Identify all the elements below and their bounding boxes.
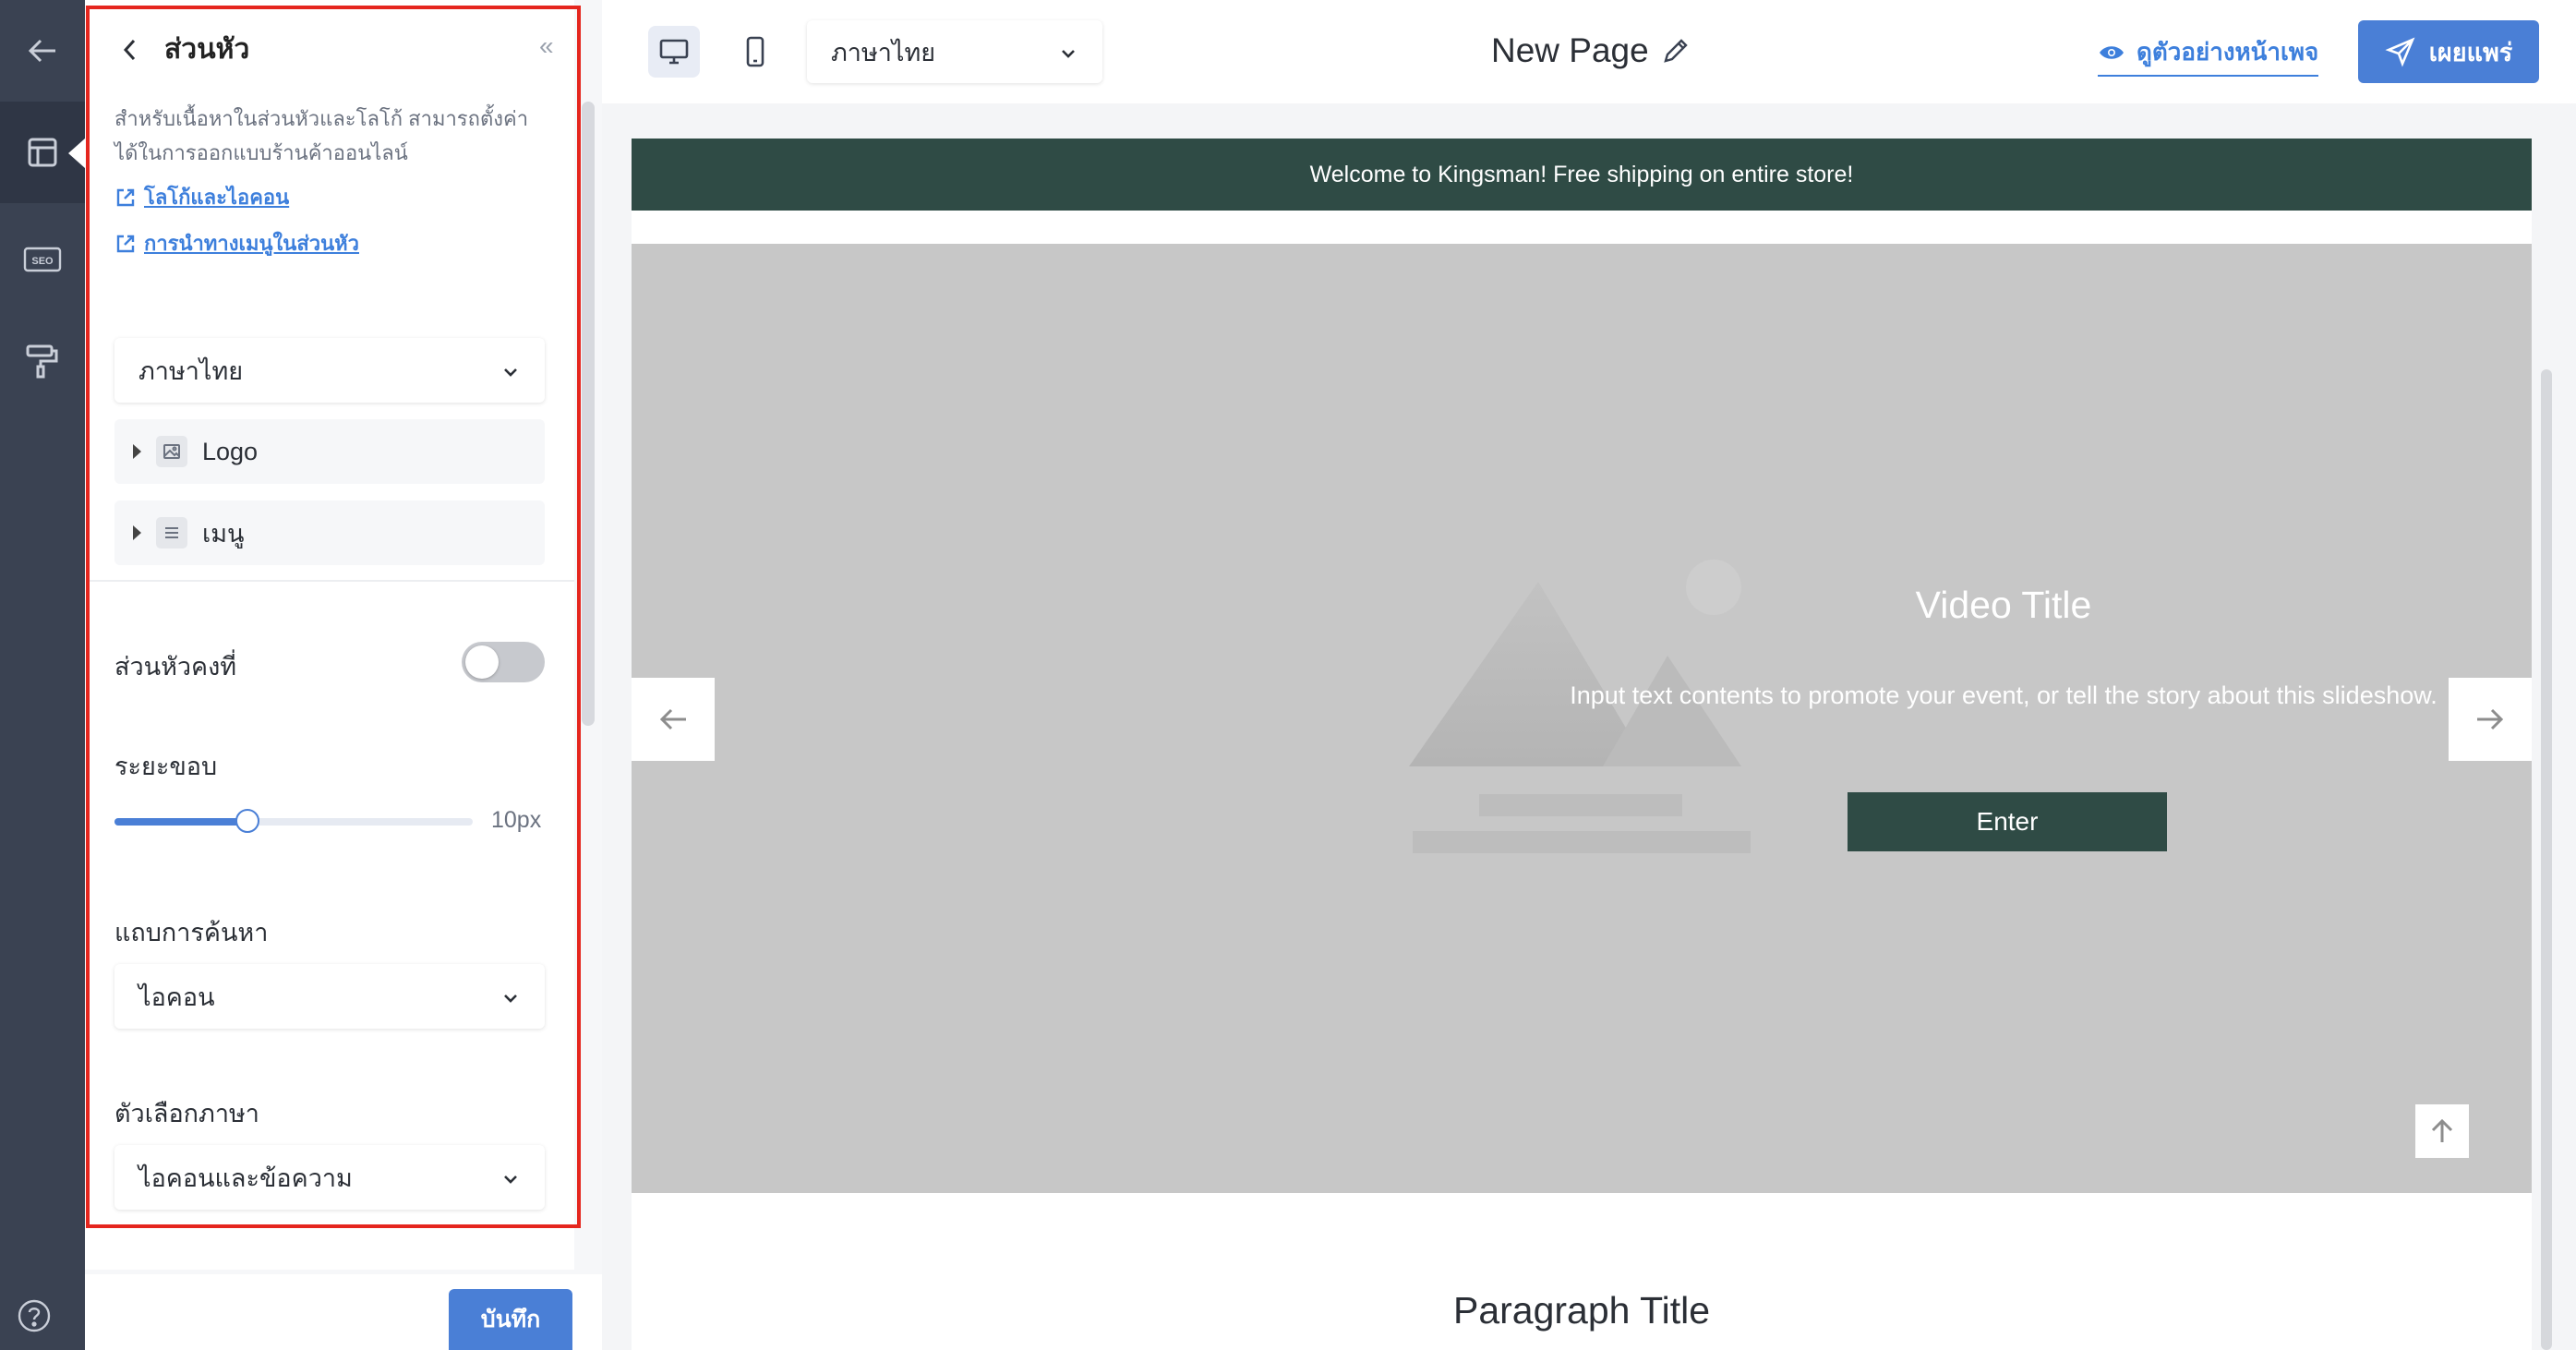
eye-icon xyxy=(2100,45,2124,59)
toggle-knob xyxy=(465,645,499,679)
mobile-icon xyxy=(746,36,764,67)
announcement-bar[interactable]: Welcome to Kingsman! Free shipping on en… xyxy=(632,139,2532,211)
slide-prev-button[interactable] xyxy=(632,678,715,761)
back-button[interactable] xyxy=(0,0,85,102)
pencil-icon xyxy=(1664,39,1688,63)
desktop-view-button[interactable] xyxy=(648,26,700,78)
slide-next-button[interactable] xyxy=(2449,678,2532,761)
arrow-left-icon xyxy=(659,708,686,730)
language-selector-value: ไอคอนและข้อความ xyxy=(138,1163,353,1192)
seo-badge-text: SEO xyxy=(31,256,54,267)
logo-icon-link[interactable]: โลโก้และไอคอน xyxy=(114,181,289,213)
external-link-icon xyxy=(116,188,135,206)
panel-title: ส่วนหัว xyxy=(164,34,250,65)
tree-item-logo-label: Logo xyxy=(202,437,259,465)
mobile-view-button[interactable] xyxy=(729,26,781,78)
expand-triangle-icon[interactable] xyxy=(133,444,141,459)
padding-slider-thumb[interactable] xyxy=(235,809,259,833)
chevron-left-icon xyxy=(123,39,136,61)
panel-scrollbar[interactable] xyxy=(582,102,595,726)
padding-value: 10px xyxy=(491,807,542,833)
scroll-to-top-button[interactable] xyxy=(2415,1104,2469,1158)
paragraph-title: Paragraph Title xyxy=(1452,1289,1711,1332)
send-icon xyxy=(2385,37,2415,67)
active-nav-pointer xyxy=(68,139,85,168)
padding-label: ระยะขอบ xyxy=(114,753,218,780)
seo-icon: SEO xyxy=(23,247,62,272)
header-menu-link[interactable]: การนำทางเมนูในส่วนหัว xyxy=(114,227,359,259)
panel-language-value: ภาษาไทย xyxy=(138,356,244,385)
chevron-down-icon xyxy=(500,1167,521,1187)
layout-icon xyxy=(28,138,57,167)
left-nav-rail: SEO xyxy=(0,0,85,1350)
image-icon xyxy=(156,436,187,467)
search-bar-select[interactable]: ไอคอน xyxy=(114,964,545,1029)
canvas-scrollbar[interactable] xyxy=(2541,369,2552,1350)
chevron-down-icon xyxy=(500,360,521,380)
hero-title: Video Title xyxy=(1915,584,2092,626)
language-selector-select[interactable]: ไอคอนและข้อความ xyxy=(114,1145,545,1210)
desktop-icon xyxy=(659,39,689,65)
menu-icon xyxy=(156,517,187,548)
tree-item-menu-label: เมนู xyxy=(202,519,245,548)
chevron-down-icon xyxy=(500,986,521,1006)
back-arrow-icon xyxy=(28,39,55,63)
sticky-header-label: ส่วนหัวคงที่ xyxy=(114,653,237,681)
design-nav-button[interactable] xyxy=(0,310,85,412)
hero-enter-button[interactable]: Enter xyxy=(1848,792,2167,851)
chevron-down-icon xyxy=(1058,42,1078,62)
publish-button[interactable]: เผยแพร่ xyxy=(2358,20,2539,83)
hero-description: Input text contents to promote your even… xyxy=(1570,681,2438,709)
page-title: New Page xyxy=(1491,31,1649,69)
panel-description: สำหรับเนื้อหาในส่วนหัวและโลโก้ สามารถตั้… xyxy=(114,107,529,164)
logo-icon-link-label: โลโก้และไอคอน xyxy=(144,186,290,209)
language-selector-label: ตัวเลือกภาษา xyxy=(114,1100,259,1127)
panel-divider xyxy=(89,580,574,582)
collapse-panel-icon[interactable]: « xyxy=(539,31,554,61)
external-link-icon xyxy=(116,235,135,252)
paint-roller-icon xyxy=(26,344,58,379)
padding-slider-fill xyxy=(114,818,247,826)
save-button[interactable]: บันทึก xyxy=(449,1289,572,1350)
hero-slideshow[interactable] xyxy=(632,244,2532,1193)
edit-title-button[interactable] xyxy=(1658,35,1691,68)
header-menu-link-label: การนำทางเมนูในส่วนหัว xyxy=(144,232,359,255)
help-button[interactable] xyxy=(17,1298,52,1333)
arrow-right-icon xyxy=(2477,708,2504,730)
tree-item-logo[interactable]: Logo xyxy=(114,419,545,484)
expand-triangle-icon[interactable] xyxy=(133,525,141,540)
arrow-up-icon xyxy=(2431,1118,2453,1142)
toolbar-language-value: ภาษาไทย xyxy=(831,38,936,66)
preview-page-link[interactable]: ดูตัวอย่างหน้าเพจ xyxy=(2098,33,2319,77)
panel-language-select[interactable]: ภาษาไทย xyxy=(114,338,545,403)
seo-nav-button[interactable]: SEO xyxy=(0,209,85,310)
search-bar-label: แถบการค้นหา xyxy=(114,919,269,946)
toolbar-language-select[interactable]: ภาษาไทย xyxy=(807,20,1102,83)
tree-item-menu[interactable]: เมนู xyxy=(114,500,545,565)
help-icon xyxy=(18,1299,51,1332)
panel-back-button[interactable] xyxy=(116,31,144,68)
publish-label: เผยแพร่ xyxy=(2428,38,2513,66)
preview-page-label: ดูตัวอย่างหน้าเพจ xyxy=(2137,38,2319,66)
search-bar-value: ไอคอน xyxy=(138,982,215,1011)
